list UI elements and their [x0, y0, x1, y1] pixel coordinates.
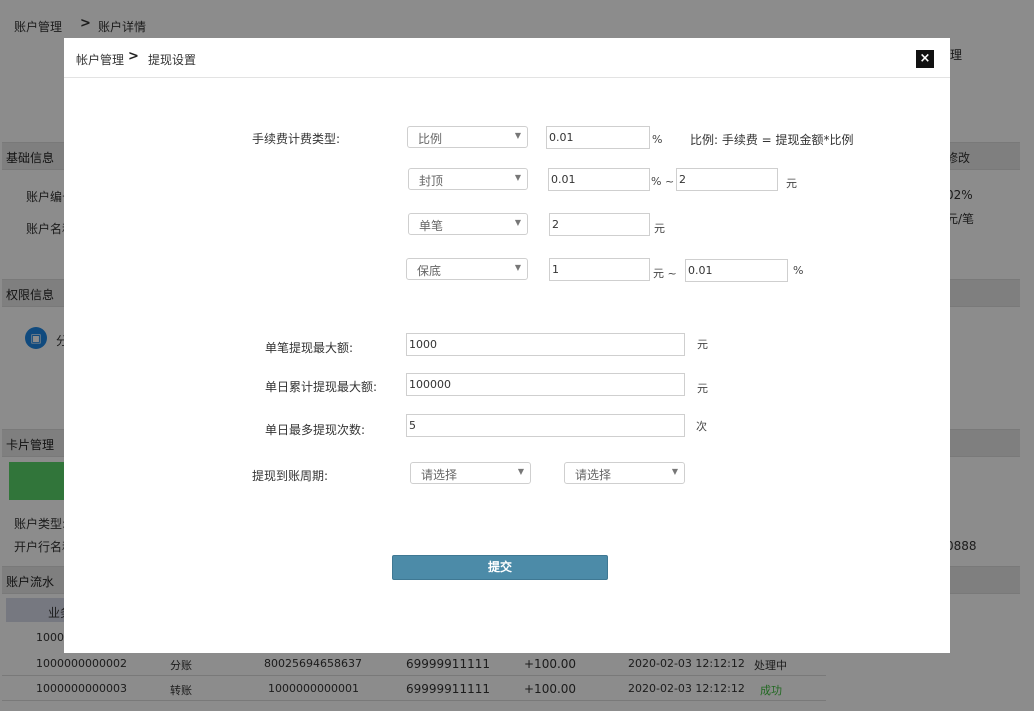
fee-mode-select-minimum[interactable]: 保底 ▼ [406, 258, 528, 280]
cap-amount-input[interactable] [676, 168, 778, 191]
unit-label: 次 [696, 420, 707, 433]
chevron-down-icon: ▼ [671, 467, 678, 476]
modal-breadcrumb-current: 提现设置 [148, 53, 197, 67]
settle-cycle-select-1[interactable]: 请选择 ▼ [410, 462, 531, 484]
modal-breadcrumb-root[interactable]: 帐户管理 [76, 51, 124, 68]
settle-cycle-select-2[interactable]: 请选择 ▼ [564, 462, 685, 484]
chevron-down-icon: ▼ [514, 263, 521, 272]
cap-ratio-input[interactable] [548, 168, 650, 191]
minimum-amount-input[interactable] [549, 258, 650, 281]
settle-cycle-label: 提现到账周期: [252, 469, 329, 483]
unit-label: 元 [786, 177, 797, 190]
unit-label: 元 ~ [653, 267, 677, 280]
unit-label: % ~ [651, 175, 675, 188]
modal-header: 帐户管理 > 提现设置 × [64, 38, 950, 78]
single-max-label: 单笔提现最大额: [265, 341, 354, 355]
daily-max-label: 单日累计提现最大额: [265, 380, 378, 394]
unit-label: 元 [697, 338, 708, 351]
minimum-ratio-input[interactable] [685, 259, 788, 282]
fee-type-label: 手续费计费类型: [252, 132, 341, 146]
breadcrumb-chevron-icon: > [128, 49, 139, 64]
submit-button[interactable]: 提交 [392, 555, 608, 580]
chevron-down-icon: ▼ [514, 131, 521, 140]
ratio-formula-note: 比例: 手续费 = 提现金额*比例 [690, 133, 854, 147]
unit-label: % [793, 264, 804, 277]
unit-label: 元 [697, 382, 708, 395]
unit-label: % [652, 133, 663, 146]
chevron-down-icon: ▼ [514, 218, 521, 227]
fee-mode-select-ratio[interactable]: 比例 ▼ [407, 126, 528, 148]
withdraw-settings-modal: 帐户管理 > 提现设置 × 手续费计费类型: 比例 ▼ % 比例: 手续费 = … [64, 38, 950, 653]
chevron-down-icon: ▼ [517, 467, 524, 476]
unit-label: 元 [654, 222, 665, 235]
fee-mode-select-cap[interactable]: 封顶 ▼ [408, 168, 528, 190]
fee-mode-select-per-transaction[interactable]: 单笔 ▼ [408, 213, 528, 235]
per-transaction-fee-input[interactable] [549, 213, 650, 236]
single-max-input[interactable] [406, 333, 685, 356]
daily-count-label: 单日最多提现次数: [265, 423, 366, 437]
daily-max-input[interactable] [406, 373, 685, 396]
close-button[interactable]: × [916, 50, 934, 68]
daily-count-input[interactable] [406, 414, 685, 437]
chevron-down-icon: ▼ [514, 173, 521, 182]
ratio-value-input[interactable] [546, 126, 650, 149]
